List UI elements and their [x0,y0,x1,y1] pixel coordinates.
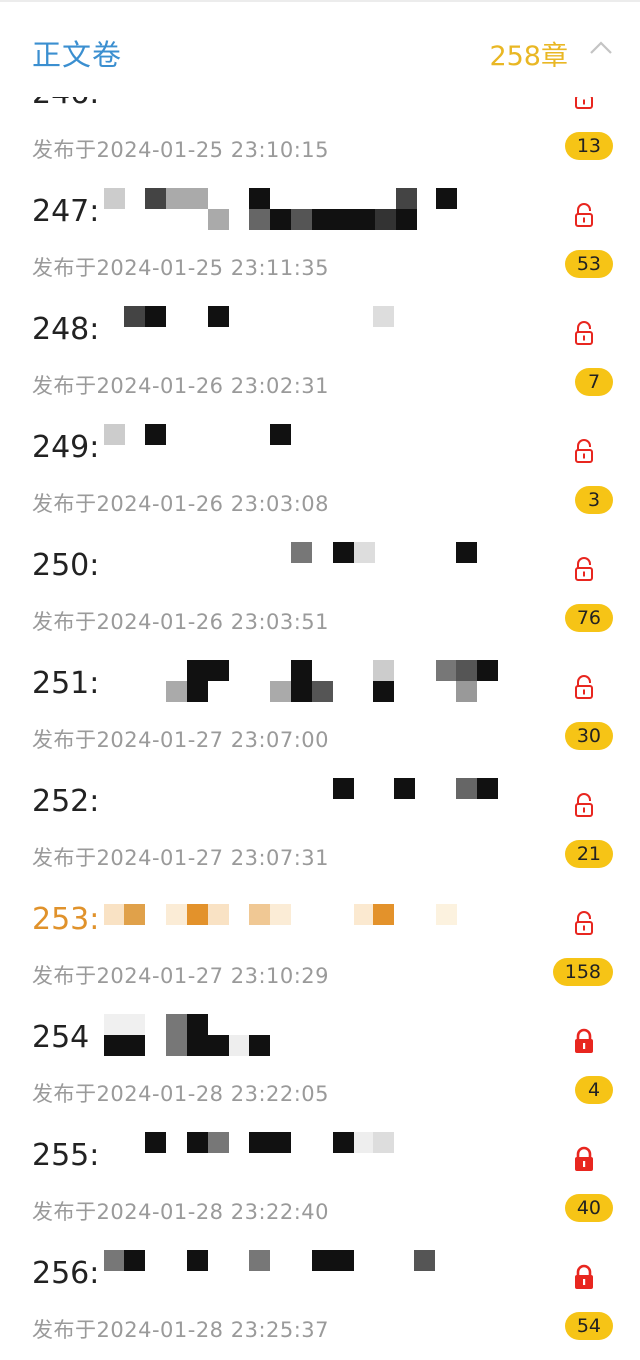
chapter-number: 252: [32,784,100,819]
chapter-count: 258章 [489,41,568,72]
redacted-chapter-title [104,542,524,584]
chapter-row[interactable]: 255: 发布于2024-01-28 23:22:40 40 [0,1124,640,1242]
comment-count-badge: 54 [564,1312,613,1340]
comment-count-badge: 40 [564,1194,613,1222]
comment-count-badge: 7 [575,368,613,396]
chapter-row[interactable]: 250: 发布于2024-01-26 23:03:51 76 [0,534,640,652]
publish-date: 发布于2024-01-28 23:22:40 [32,1200,330,1224]
chapter-number: 249: [32,430,100,465]
unlocked-lock-icon [573,910,595,936]
comment-count-badge: 13 [564,132,613,160]
publish-date: 发布于2024-01-27 23:07:00 [32,728,330,752]
unlocked-lock-icon [573,320,595,346]
unlocked-lock-icon [573,556,595,582]
chapter-number: 254 [32,1020,90,1055]
chapter-number: 248: [32,312,100,347]
publish-date: 发布于2024-01-26 23:03:08 [32,492,330,516]
comment-count-badge: 158 [552,958,613,986]
publish-date: 发布于2024-01-27 23:07:31 [32,846,330,870]
chapter-row[interactable]: 252: 发布于2024-01-27 23:07:31 21 [0,770,640,888]
chapter-row[interactable]: 253: 发布于2024-01-27 23:10:29 158 [0,888,640,1006]
unlocked-lock-icon [573,438,595,464]
unlocked-lock-icon [573,674,595,700]
redacted-chapter-title [104,1014,524,1056]
locked-lock-icon [573,1264,595,1290]
chevron-up-icon[interactable] [588,38,614,58]
publish-date: 发布于2024-01-25 23:11:35 [32,256,330,280]
chapter-row[interactable]: 249: 发布于2024-01-26 23:03:08 3 [0,416,640,534]
redacted-chapter-title [104,188,524,230]
unlocked-lock-icon [573,202,595,228]
publish-date: 发布于2024-01-26 23:02:31 [32,374,330,398]
redacted-chapter-title [104,306,524,348]
chapter-row[interactable]: 251: 发布于2024-01-27 23:07:00 30 [0,652,640,770]
comment-count-badge: 4 [575,1076,613,1104]
chapter-number: 256: [32,1256,100,1291]
chapter-number: 247: [32,194,100,229]
publish-date: 发布于2024-01-28 23:22:05 [32,1082,330,1106]
chapter-row[interactable]: 256: 发布于2024-01-28 23:25:37 54 [0,1242,640,1360]
publish-date: 发布于2024-01-25 23:10:15 [32,138,330,162]
redacted-chapter-title [104,896,524,938]
redacted-chapter-title [104,1132,524,1174]
locked-lock-icon [573,1146,595,1172]
comment-count-badge: 53 [564,250,613,278]
chapter-number: 255: [32,1138,100,1173]
publish-date: 发布于2024-01-27 23:10:29 [32,964,330,988]
chapter-number: 250: [32,548,100,583]
redacted-chapter-title [104,778,524,820]
locked-lock-icon [573,1028,595,1054]
redacted-chapter-title [104,660,524,702]
chapter-row[interactable]: 248: 发布于2024-01-26 23:02:31 7 [0,298,640,416]
volume-title: 正文卷 [32,38,123,72]
comment-count-badge: 3 [575,486,613,514]
publish-date: 发布于2024-01-26 23:03:51 [32,610,330,634]
volume-header[interactable]: 正文卷 258章 [0,0,640,97]
chapter-number: 253: [32,902,100,937]
comment-count-badge: 30 [564,722,613,750]
publish-date: 发布于2024-01-28 23:25:37 [32,1318,330,1342]
comment-count-badge: 21 [564,840,613,868]
chapter-row[interactable]: 254 发布于2024-01-28 23:22:05 4 [0,1006,640,1124]
comment-count-badge: 76 [564,604,613,632]
redacted-chapter-title [104,424,524,466]
unlocked-lock-icon [573,792,595,818]
redacted-chapter-title [104,1250,524,1292]
chapter-number: 251: [32,666,100,701]
chapter-row[interactable]: 247: 发布于2024-01-25 23:11:35 53 [0,180,640,298]
